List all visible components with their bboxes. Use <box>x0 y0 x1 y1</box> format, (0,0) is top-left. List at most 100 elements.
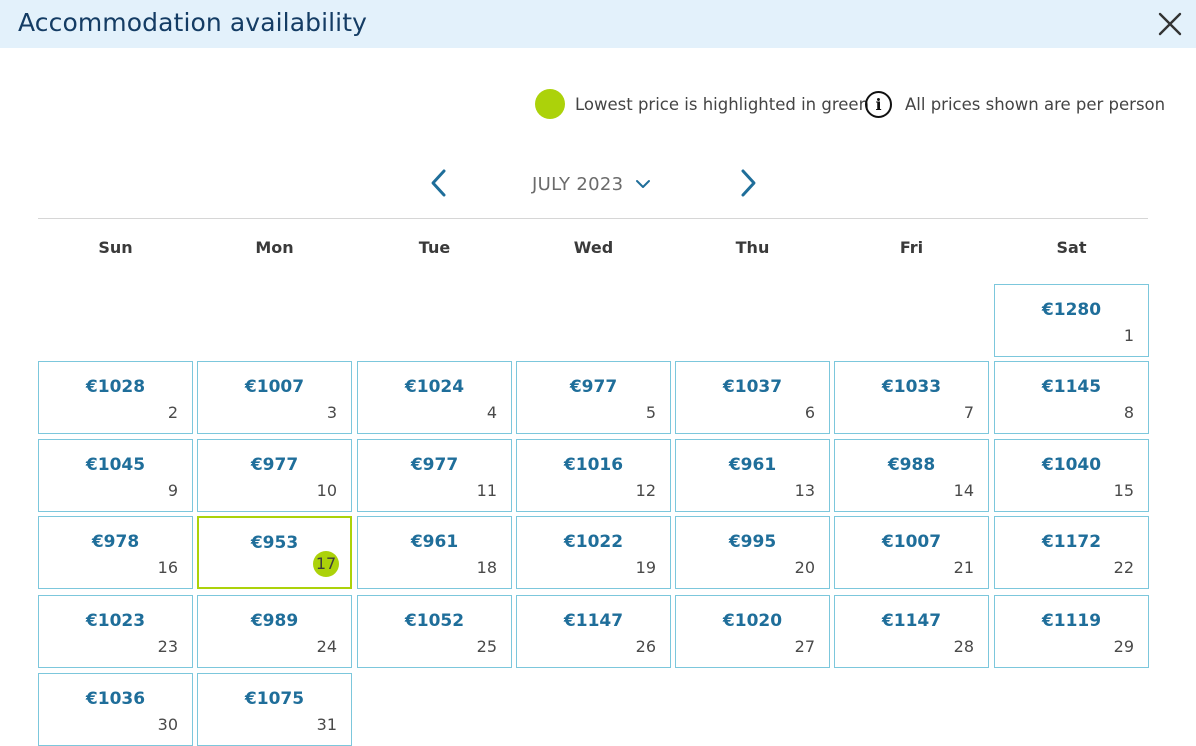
day-number: 21 <box>953 558 974 577</box>
day-cell-19[interactable]: €1022 19 <box>516 516 671 589</box>
day-number: 2 <box>167 403 178 422</box>
weekday-wed: Wed <box>573 238 614 257</box>
day-cell-10[interactable]: €977 10 <box>197 439 352 512</box>
day-cell-30[interactable]: €1036 30 <box>38 673 193 746</box>
day-number: 6 <box>804 403 815 422</box>
day-number: 3 <box>326 403 337 422</box>
day-price: €1280 <box>1041 300 1102 320</box>
chevron-down-icon <box>636 180 651 188</box>
day-number: 13 <box>794 481 815 500</box>
day-cell-17[interactable]: €953 17 <box>197 516 352 589</box>
green-dot-icon <box>535 89 565 119</box>
day-number: 28 <box>953 637 974 656</box>
day-cell-6[interactable]: €1037 6 <box>675 361 830 434</box>
day-number: 5 <box>645 403 656 422</box>
month-dropdown[interactable]: JULY 2023 <box>532 172 651 196</box>
day-cell-24[interactable]: €989 24 <box>197 595 352 668</box>
legend-info-label: All prices shown are per person <box>905 94 1166 114</box>
day-price: €1172 <box>1041 532 1102 552</box>
day-price: €989 <box>250 611 299 631</box>
day-number: 16 <box>157 558 178 577</box>
day-cell-31[interactable]: €1075 31 <box>197 673 352 746</box>
day-cell-5[interactable]: €977 5 <box>516 361 671 434</box>
day-number: 31 <box>316 715 337 734</box>
weekday-tue: Tue <box>418 238 451 257</box>
day-number: 4 <box>486 403 497 422</box>
day-number: 25 <box>476 637 497 656</box>
day-price: €1016 <box>563 455 624 475</box>
day-cell-14[interactable]: €988 14 <box>834 439 989 512</box>
weekday-fri: Fri <box>899 238 924 257</box>
day-price: €977 <box>410 455 459 475</box>
day-cell-7[interactable]: €1033 7 <box>834 361 989 434</box>
day-price: €1145 <box>1041 377 1102 397</box>
day-cell-1[interactable]: €1280 1 <box>994 284 1149 357</box>
day-price: €1075 <box>244 689 305 709</box>
day-cell-12[interactable]: €1016 12 <box>516 439 671 512</box>
chevron-left-icon <box>431 169 446 197</box>
day-cell-23[interactable]: €1023 23 <box>38 595 193 668</box>
day-cell-20[interactable]: €995 20 <box>675 516 830 589</box>
day-cell-2[interactable]: €1028 2 <box>38 361 193 434</box>
weekday-sat: Sat <box>1056 238 1087 257</box>
day-cell-29[interactable]: €1119 29 <box>994 595 1149 668</box>
day-cell-27[interactable]: €1020 27 <box>675 595 830 668</box>
day-number: 23 <box>157 637 178 656</box>
day-number: 10 <box>316 481 337 500</box>
day-number: 26 <box>635 637 656 656</box>
month-label: JULY 2023 <box>532 173 624 195</box>
day-number: 27 <box>794 637 815 656</box>
close-icon <box>1158 12 1182 36</box>
day-cell-25[interactable]: €1052 25 <box>357 595 512 668</box>
day-price: €977 <box>569 377 618 397</box>
day-cell-16[interactable]: €978 16 <box>38 516 193 589</box>
day-price: €1022 <box>563 532 624 552</box>
dialog-header: Accommodation availability <box>0 0 1196 48</box>
day-price: €961 <box>728 455 777 475</box>
day-number: 17 <box>313 551 339 577</box>
close-button[interactable] <box>1156 10 1184 38</box>
day-number: 19 <box>635 558 656 577</box>
day-price: €1037 <box>722 377 783 397</box>
day-price: €1007 <box>881 532 942 552</box>
day-cell-26[interactable]: €1147 26 <box>516 595 671 668</box>
day-price: €953 <box>250 533 299 553</box>
day-cell-13[interactable]: €961 13 <box>675 439 830 512</box>
previous-month-button[interactable] <box>428 167 450 199</box>
day-price: €1040 <box>1041 455 1102 475</box>
day-price: €961 <box>410 532 459 552</box>
day-number: 11 <box>476 481 497 500</box>
day-cell-9[interactable]: €1045 9 <box>38 439 193 512</box>
day-number: 30 <box>157 715 178 734</box>
day-cell-21[interactable]: €1007 21 <box>834 516 989 589</box>
legend-lowest-label: Lowest price is highlighted in green <box>575 94 870 114</box>
day-price: €1028 <box>85 377 146 397</box>
weekday-thu: Thu <box>735 238 770 257</box>
day-cell-15[interactable]: €1040 15 <box>994 439 1149 512</box>
day-price: €1033 <box>881 377 942 397</box>
next-month-button[interactable] <box>737 167 759 199</box>
day-number: 12 <box>635 481 656 500</box>
day-price: €995 <box>728 532 777 552</box>
day-price: €988 <box>887 455 936 475</box>
day-cell-28[interactable]: €1147 28 <box>834 595 989 668</box>
day-number: 29 <box>1113 637 1134 656</box>
day-price: €1052 <box>404 611 465 631</box>
day-cell-4[interactable]: €1024 4 <box>357 361 512 434</box>
day-cell-8[interactable]: €1145 8 <box>994 361 1149 434</box>
day-cell-22[interactable]: €1172 22 <box>994 516 1149 589</box>
day-number: 20 <box>794 558 815 577</box>
day-price: €1119 <box>1041 611 1102 631</box>
chevron-right-icon <box>741 169 756 197</box>
calendar-divider <box>38 218 1148 219</box>
day-price: €1147 <box>563 611 624 631</box>
day-cell-11[interactable]: €977 11 <box>357 439 512 512</box>
day-price: €1147 <box>881 611 942 631</box>
legend-per-person: i All prices shown are per person <box>865 89 1165 119</box>
day-cell-18[interactable]: €961 18 <box>357 516 512 589</box>
day-price: €1036 <box>85 689 146 709</box>
day-price: €1007 <box>244 377 305 397</box>
weekday-sun: Sun <box>98 238 133 257</box>
day-cell-3[interactable]: €1007 3 <box>197 361 352 434</box>
day-number: 15 <box>1113 481 1134 500</box>
